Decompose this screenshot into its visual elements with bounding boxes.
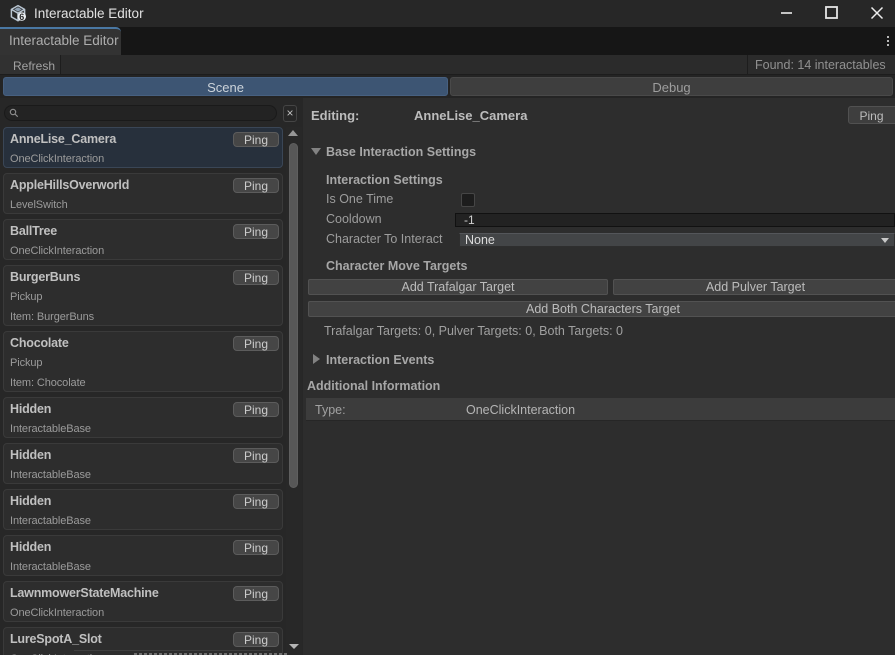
svg-text:6: 6	[19, 12, 24, 22]
